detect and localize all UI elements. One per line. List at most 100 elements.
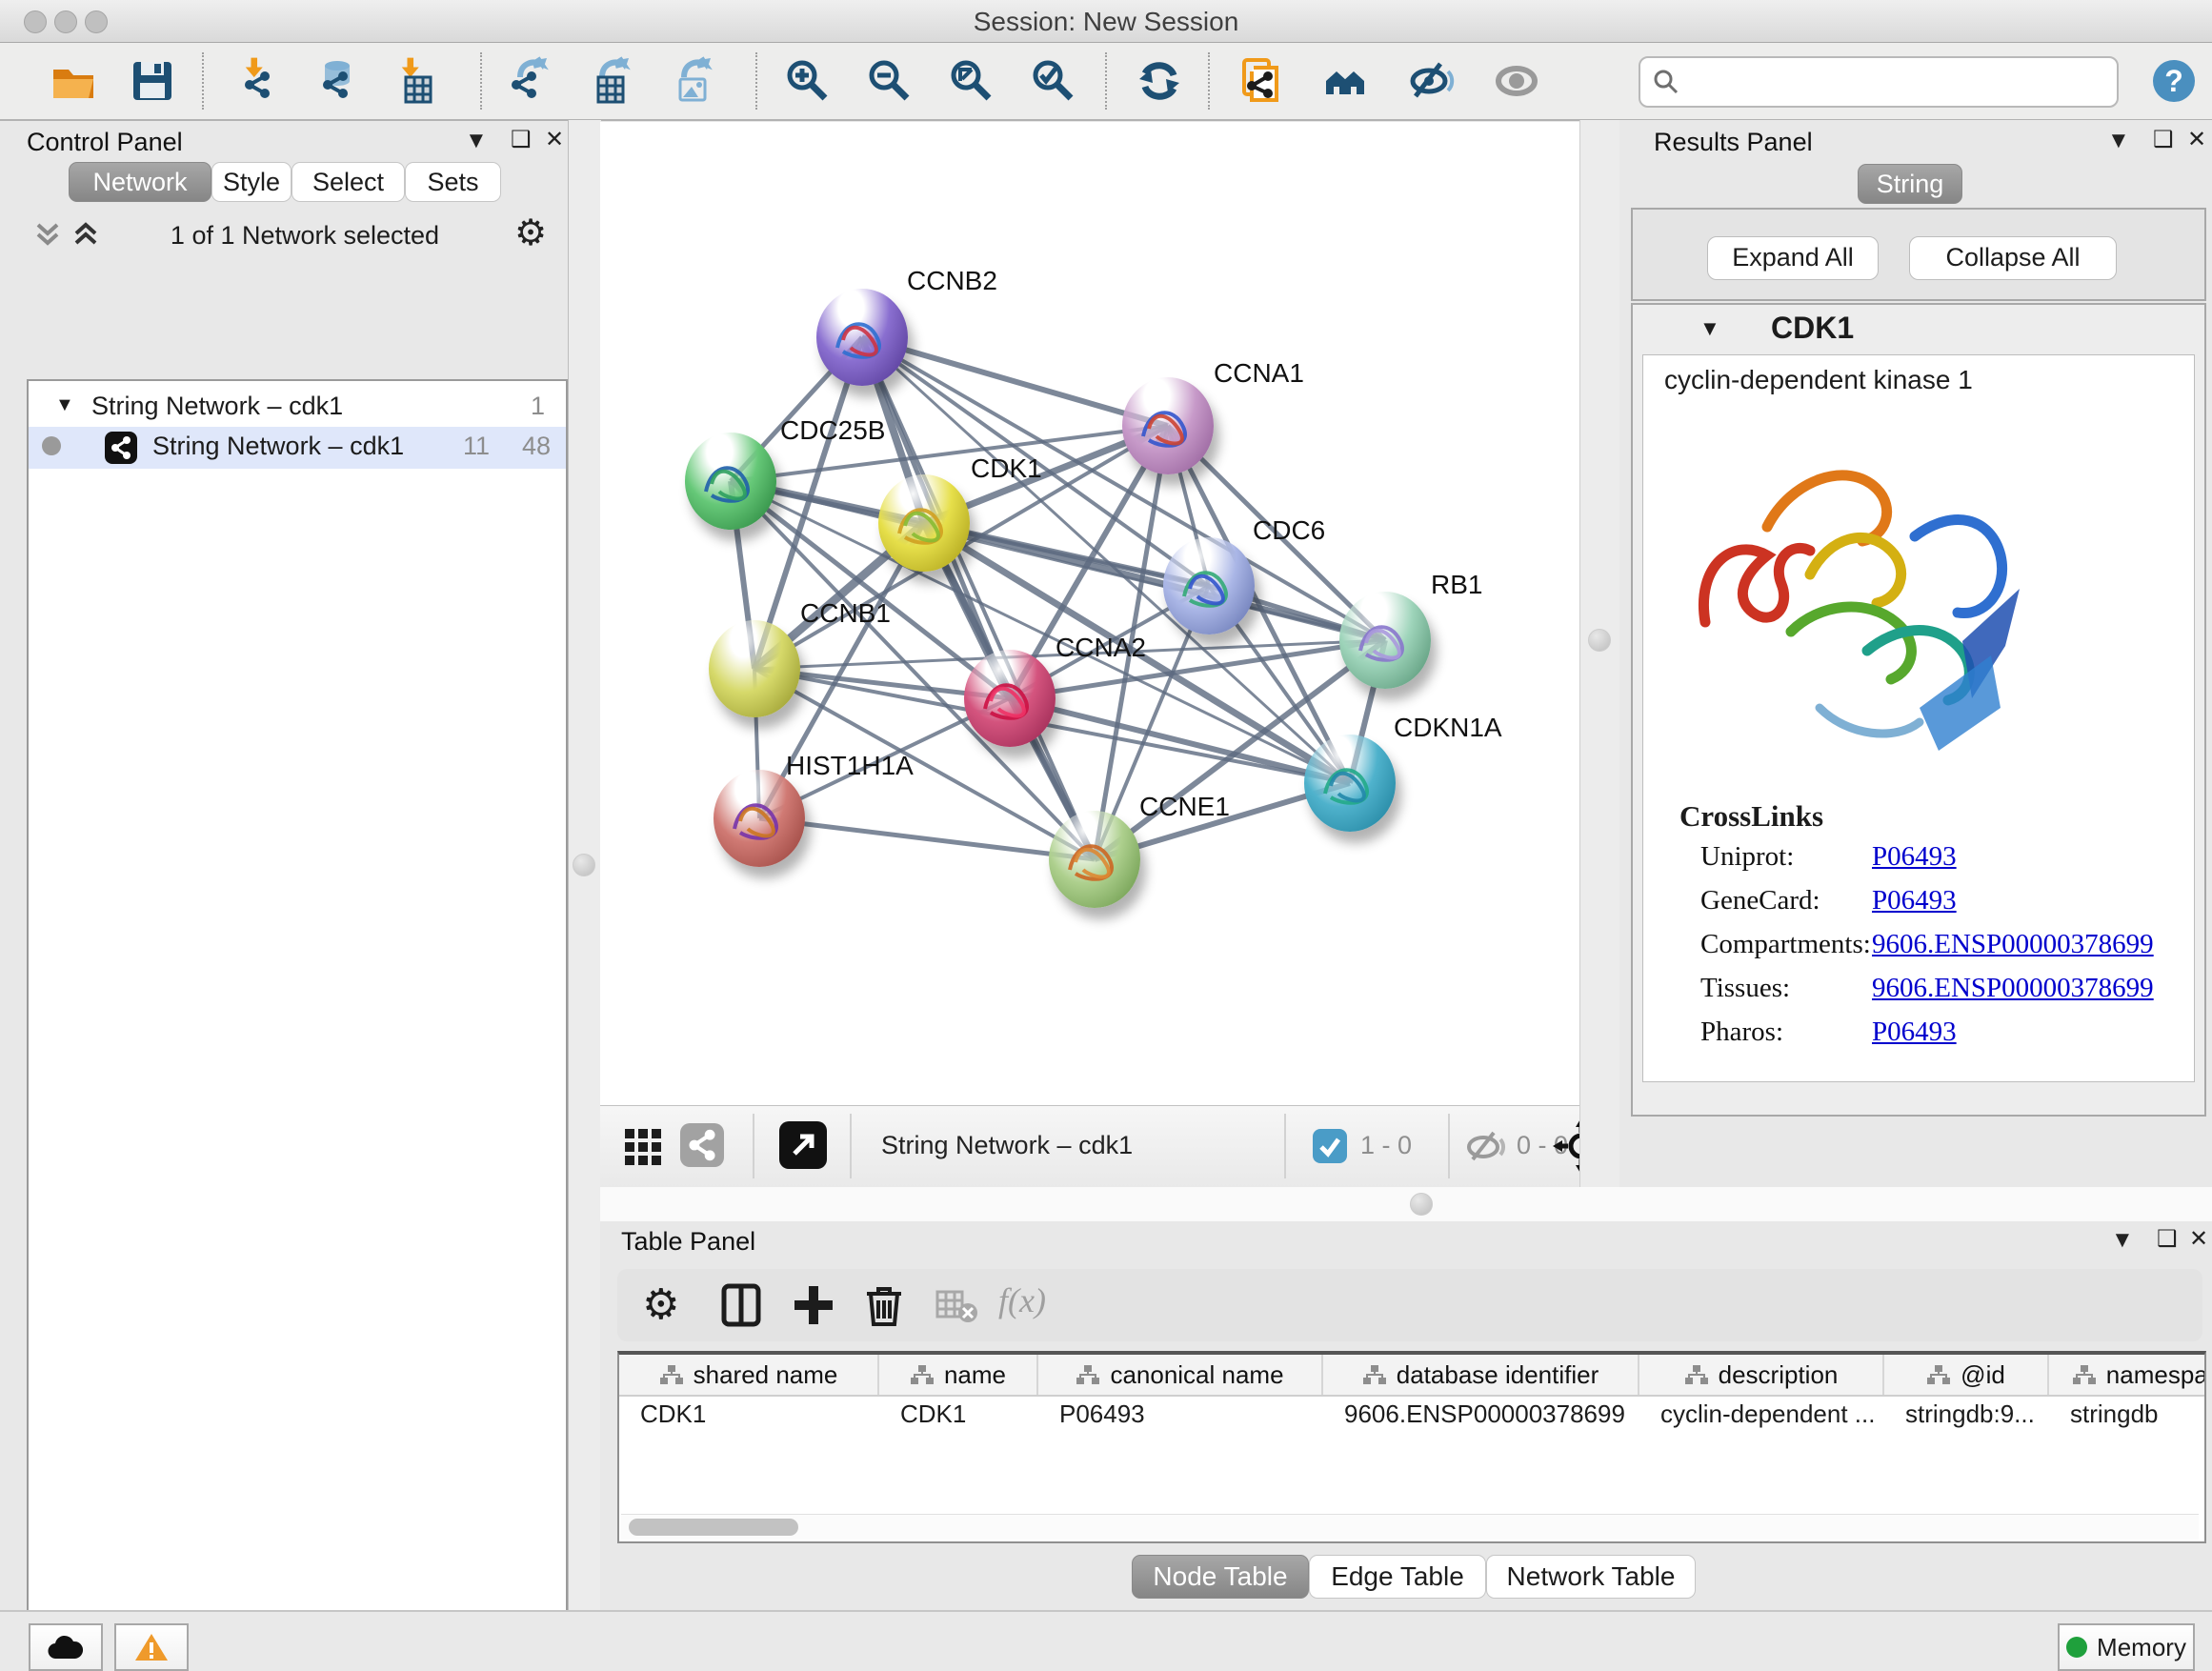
network-edges	[600, 122, 1579, 1105]
copy-share-document-icon[interactable]	[1238, 56, 1288, 106]
column-header-database-identifier[interactable]: database identifier	[1323, 1355, 1639, 1395]
network-collection-row[interactable]: ▼ String Network – cdk1 1	[29, 387, 566, 429]
import-table-icon[interactable]	[392, 56, 442, 106]
node-label-CCNB2: CCNB2	[907, 266, 997, 296]
export-image-icon[interactable]	[667, 56, 716, 106]
expand-all-button[interactable]: Expand All	[1707, 236, 1879, 280]
show-eye-icon[interactable]	[1492, 56, 1541, 106]
tab-network[interactable]: Network	[69, 162, 211, 202]
expand-all-icon[interactable]	[72, 219, 111, 253]
control-panel-float-icon[interactable]: ❑	[511, 126, 532, 153]
network-row-selected[interactable]: String Network – cdk1 11 48	[29, 427, 566, 469]
hidden-eye-icon[interactable]	[1465, 1129, 1507, 1170]
import-network-database-icon[interactable]	[314, 56, 364, 106]
tab-string[interactable]: String	[1858, 164, 1962, 204]
export-table-icon[interactable]	[585, 56, 634, 106]
column-header-label: description	[1719, 1360, 1839, 1390]
column-header-shared-name[interactable]: shared name	[619, 1355, 879, 1395]
table-settings-gear-icon[interactable]: ⚙	[642, 1280, 692, 1330]
delete-column-trash-icon[interactable]	[859, 1280, 909, 1330]
tab-style[interactable]: Style	[211, 162, 292, 202]
crosslink-link[interactable]: 9606.ENSP00000378699	[1872, 929, 2154, 960]
horizontal-splitter-handle[interactable]	[1410, 1193, 1433, 1216]
add-column-icon[interactable]	[789, 1280, 838, 1330]
tab-select[interactable]: Select	[292, 162, 405, 202]
crosslink-link[interactable]: P06493	[1872, 1017, 1957, 1048]
gear-icon[interactable]: ⚙	[514, 211, 547, 254]
memory-button[interactable]: Memory	[2058, 1623, 2195, 1671]
node-HIST1H1A[interactable]	[714, 770, 805, 867]
horizontal-scrollbar-thumb[interactable]	[629, 1519, 798, 1536]
table-panel-close-icon[interactable]: ✕	[2189, 1225, 2208, 1253]
left-splitter[interactable]	[568, 120, 601, 1610]
zoom-selected-icon[interactable]	[1029, 56, 1078, 106]
node-CCNB1[interactable]	[709, 620, 800, 717]
zoom-in-icon[interactable]	[783, 56, 833, 106]
show-grid-icon[interactable]	[623, 1125, 665, 1172]
zoom-fit-icon[interactable]	[947, 56, 996, 106]
node-CDC25B[interactable]	[685, 433, 776, 530]
node-CDKN1A[interactable]	[1304, 735, 1396, 832]
left-splitter-handle[interactable]	[573, 854, 595, 876]
zoom-out-icon[interactable]	[865, 56, 915, 106]
results-panel-float-icon[interactable]: ❑	[2153, 126, 2174, 153]
collapse-triangle-icon[interactable]: ▼	[55, 394, 74, 416]
tab-network-table[interactable]: Network Table	[1486, 1555, 1696, 1599]
horizontal-scrollbar[interactable]	[621, 1514, 2199, 1540]
help-icon[interactable]: ?	[2149, 56, 2199, 106]
column-header-namespace[interactable]: namespace	[2049, 1355, 2206, 1395]
crosslinks-title: CrossLinks	[1679, 799, 1823, 834]
import-network-file-icon[interactable]	[236, 56, 286, 106]
column-header--id[interactable]: @id	[1884, 1355, 2049, 1395]
control-panel-menu-icon[interactable]: ▼	[465, 128, 488, 154]
search-box[interactable]	[1639, 56, 2119, 108]
crosslink-link[interactable]: 9606.ENSP00000378699	[1872, 973, 2154, 1004]
warning-button[interactable]	[114, 1623, 189, 1671]
network-canvas[interactable]: CCNB2CCNA1CDC25BCDK1CDC6RB1CCNB1CCNA2CDK…	[600, 122, 1579, 1105]
tab-node-table[interactable]: Node Table	[1132, 1555, 1309, 1599]
open-in-window-icon[interactable]	[779, 1121, 827, 1169]
right-splitter[interactable]	[1579, 120, 1621, 1187]
node-CCNA1[interactable]	[1122, 377, 1214, 474]
home-networks-icon[interactable]	[1324, 56, 1374, 106]
node-label-HIST1H1A: HIST1H1A	[786, 751, 914, 781]
column-header-name[interactable]: name	[879, 1355, 1038, 1395]
crosslink-link[interactable]: P06493	[1872, 841, 1957, 873]
results-panel-menu-icon[interactable]: ▼	[2107, 128, 2130, 154]
control-panel-title: Control Panel	[27, 128, 183, 157]
table-panel-float-icon[interactable]: ❑	[2157, 1225, 2178, 1253]
right-splitter-handle[interactable]	[1588, 629, 1611, 652]
column-header-canonical-name[interactable]: canonical name	[1038, 1355, 1323, 1395]
save-session-icon[interactable]	[128, 56, 177, 106]
node-label-CCNE1: CCNE1	[1139, 792, 1230, 822]
cloud-button[interactable]	[29, 1623, 103, 1671]
horizontal-splitter[interactable]	[600, 1187, 2212, 1222]
tab-sets[interactable]: Sets	[405, 162, 501, 202]
hide-unhide-icon[interactable]	[1408, 56, 1458, 106]
memory-status-dot-icon	[2066, 1637, 2087, 1658]
export-network-icon[interactable]	[503, 56, 553, 106]
selected-checkbox-icon[interactable]	[1313, 1129, 1347, 1163]
open-file-icon[interactable]	[50, 56, 99, 106]
show-columns-icon[interactable]	[716, 1280, 766, 1330]
node-CDC6[interactable]	[1163, 537, 1255, 634]
control-panel-close-icon[interactable]: ✕	[545, 126, 564, 153]
node-ribbon-art	[892, 495, 955, 554]
collapse-all-icon[interactable]	[34, 219, 72, 253]
node-CCNA2[interactable]	[964, 650, 1056, 747]
search-input[interactable]	[1692, 67, 2117, 98]
table-row[interactable]: CDK1CDK1P064939606.ENSP00000378699cyclin…	[619, 1395, 2206, 1433]
node-CDK1[interactable]	[878, 474, 970, 572]
column-header-description[interactable]: description	[1639, 1355, 1884, 1395]
share-network-icon[interactable]	[680, 1123, 724, 1167]
node-CCNB2[interactable]	[816, 289, 908, 386]
tab-edge-table[interactable]: Edge Table	[1309, 1555, 1486, 1599]
table-panel-menu-icon[interactable]: ▼	[2111, 1227, 2134, 1254]
crosslink-link[interactable]: P06493	[1872, 885, 1957, 916]
refresh-icon[interactable]	[1136, 56, 1185, 106]
results-panel-close-icon[interactable]: ✕	[2187, 126, 2206, 153]
node-CCNE1[interactable]	[1049, 811, 1140, 908]
protein-collapse-icon[interactable]: ▼	[1699, 316, 1720, 341]
node-RB1[interactable]	[1339, 592, 1431, 689]
collapse-all-button[interactable]: Collapse All	[1909, 236, 2117, 280]
